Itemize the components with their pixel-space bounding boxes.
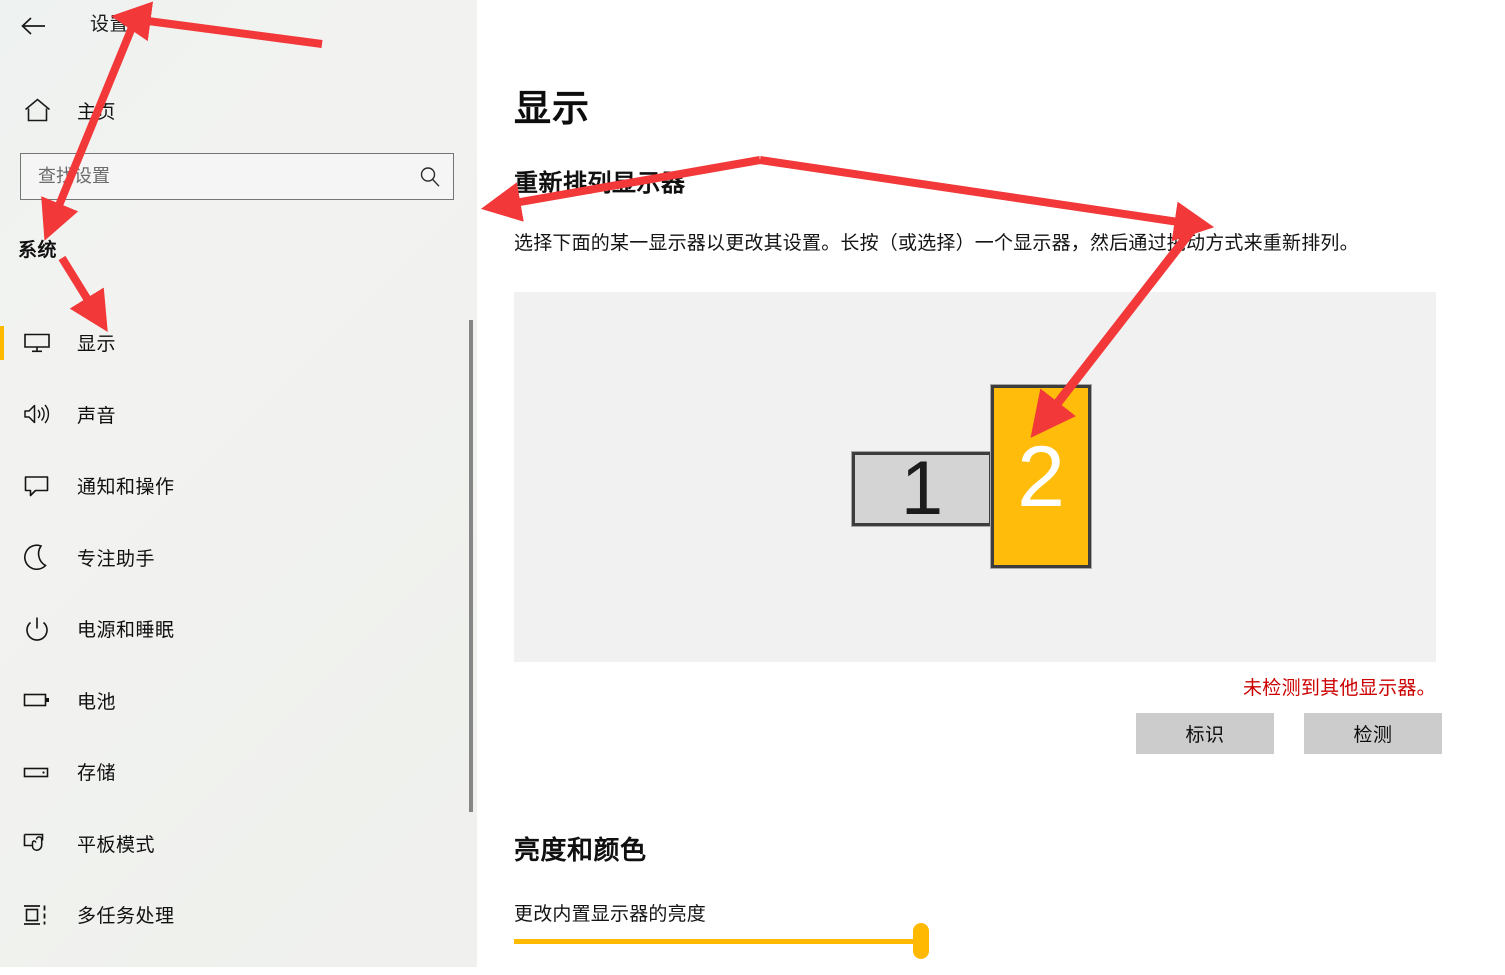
sidebar-item-storage[interactable]: 存储	[0, 736, 478, 808]
sidebar-item-home[interactable]: 主页	[0, 88, 478, 132]
multitasking-icon	[14, 903, 60, 927]
sidebar-item-notifications-label: 通知和操作	[77, 477, 175, 499]
sidebar-group-header: 系统	[18, 240, 58, 261]
main-content: 显示 重新排列显示器 选择下面的某一显示器以更改其设置。长按（或选择）一个显示器…	[478, 0, 1505, 967]
brightness-slider-label: 更改内置显示器的亮度	[514, 904, 707, 925]
sidebar-item-home-label: 主页	[77, 101, 117, 123]
detect-status-message: 未检测到其他显示器。	[1242, 678, 1436, 699]
sidebar-item-tablet-mode[interactable]: 平板模式	[0, 808, 478, 880]
page-title: 显示	[514, 88, 590, 129]
search-box[interactable]	[20, 153, 454, 200]
detect-button[interactable]: 检测	[1304, 713, 1442, 754]
rearrange-section-title: 重新排列显示器	[514, 170, 686, 197]
back-arrow-icon	[20, 16, 46, 36]
monitor-tile-2[interactable]: 2	[991, 385, 1091, 568]
sidebar-item-storage-label: 存储	[77, 763, 117, 785]
monitor-tile-2-number: 2	[1017, 428, 1065, 525]
sidebar-item-display-label: 显示	[77, 334, 117, 356]
sidebar-item-multitasking-label: 多任务处理	[77, 906, 175, 928]
sidebar-item-focus-assist[interactable]: 专注助手	[0, 522, 478, 594]
identify-button[interactable]: 标识	[1136, 713, 1274, 754]
power-icon	[14, 616, 60, 642]
battery-icon	[14, 689, 60, 711]
brightness-slider-fill	[514, 939, 922, 944]
storage-icon	[14, 761, 60, 783]
search-icon[interactable]	[407, 165, 453, 189]
sidebar-item-sound-label: 声音	[77, 405, 117, 427]
sidebar-item-notifications[interactable]: 通知和操作	[0, 450, 478, 522]
sidebar-item-focus-assist-label: 专注助手	[77, 548, 156, 570]
sidebar-item-power-sleep[interactable]: 电源和睡眠	[0, 593, 478, 665]
monitor-tile-1-number: 1	[900, 446, 944, 531]
sidebar-topbar: 设置	[0, 0, 478, 52]
rearrange-section-description: 选择下面的某一显示器以更改其设置。长按（或选择）一个显示器，然后通过拖动方式来重…	[514, 233, 1359, 254]
sidebar-item-sound[interactable]: 声音	[0, 379, 478, 451]
chat-bubble-icon	[14, 474, 60, 498]
back-button[interactable]	[12, 6, 54, 46]
settings-sidebar: 设置 主页 系统	[0, 0, 478, 967]
sidebar-item-display[interactable]: 显示	[0, 307, 478, 379]
sidebar-item-battery[interactable]: 电池	[0, 665, 478, 737]
brightness-section-title: 亮度和颜色	[514, 835, 647, 865]
home-icon	[14, 97, 60, 123]
sidebar-item-tablet-mode-label: 平板模式	[77, 834, 156, 856]
monitor-tile-1[interactable]: 1	[852, 446, 992, 531]
sidebar-scrollbar[interactable]	[469, 320, 473, 812]
sidebar-item-multitasking[interactable]: 多任务处理	[0, 879, 478, 951]
tablet-mode-icon	[14, 831, 60, 855]
speaker-icon	[14, 402, 60, 426]
search-input[interactable]	[21, 154, 407, 199]
app-title: 设置	[90, 14, 130, 35]
brightness-slider-thumb[interactable]	[913, 923, 930, 959]
selection-indicator	[0, 325, 4, 360]
monitor-arrangement-canvas[interactable]: 1 2	[514, 292, 1436, 662]
moon-icon	[14, 544, 60, 571]
monitor-icon	[14, 331, 60, 355]
sidebar-nav-list: 显示 声音 通知和操作 专注助手 电源和睡眠 电池 存储 平板模式 多任务处理	[0, 307, 478, 951]
brightness-slider[interactable]	[514, 923, 934, 975]
monitor-action-buttons: 标识 检测	[1136, 713, 1442, 754]
sidebar-item-battery-label: 电池	[77, 691, 117, 713]
sidebar-item-power-sleep-label: 电源和睡眠	[77, 620, 175, 642]
